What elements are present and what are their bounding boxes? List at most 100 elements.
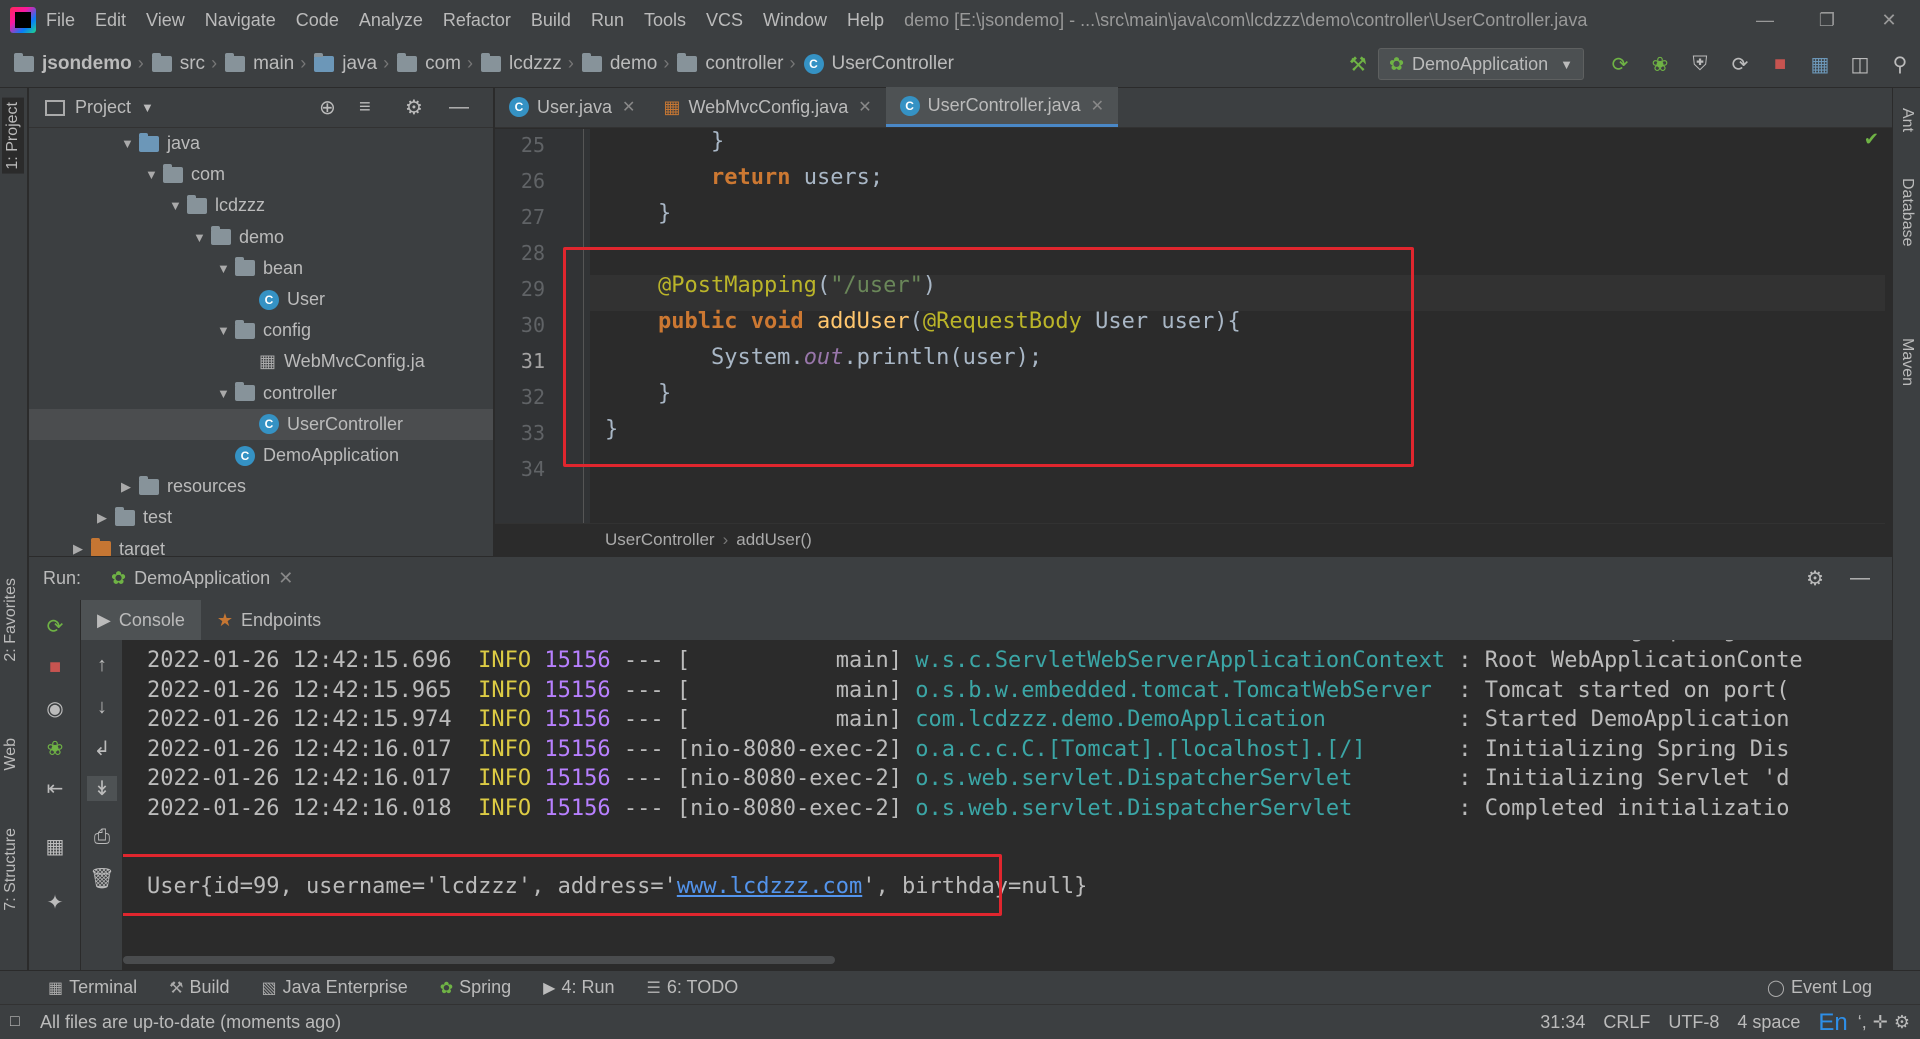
- breadcrumb-demo[interactable]: demo: [581, 52, 657, 75]
- status-toggle-icon[interactable]: □: [10, 1013, 20, 1031]
- menu-refactor[interactable]: Refactor: [443, 10, 511, 31]
- expanded-arrow-icon[interactable]: ▼: [169, 198, 187, 213]
- tree-item[interactable]: ▼ bean: [217, 253, 303, 284]
- tree-item[interactable]: C User: [241, 284, 325, 315]
- arrow-down-icon[interactable]: ↓: [87, 696, 117, 719]
- console-output[interactable]: 2022-01-26 12:42:15.696 INFO 15156 --- […: [123, 640, 1885, 970]
- breadcrumb-com[interactable]: com: [397, 52, 461, 75]
- hide-icon[interactable]: —: [1850, 567, 1870, 590]
- hammer-build-icon[interactable]: ⚒: [1338, 52, 1378, 77]
- run-config-tab[interactable]: ✿ DemoApplication ✕: [111, 568, 293, 589]
- exit-icon[interactable]: ⇤: [40, 776, 70, 801]
- stop-icon[interactable]: ■: [40, 656, 70, 679]
- tool-tab-java-enterprise[interactable]: ▧ Java Enterprise: [262, 977, 408, 998]
- editor-breadcrumb-method[interactable]: addUser(): [736, 530, 812, 550]
- menu-view[interactable]: View: [146, 10, 185, 31]
- database-tool-tab[interactable]: Database: [1898, 178, 1916, 247]
- debug-icon[interactable]: ❀: [40, 736, 70, 761]
- tree-item[interactable]: ▼ java: [121, 128, 200, 159]
- expanded-arrow-icon[interactable]: ▼: [121, 136, 139, 151]
- minimize-icon[interactable]: —: [1734, 10, 1796, 31]
- breadcrumb-src[interactable]: src: [151, 52, 205, 75]
- breadcrumb-main[interactable]: main: [225, 52, 294, 75]
- trash-icon[interactable]: 🗑: [87, 866, 117, 891]
- coverage-icon[interactable]: ⛨: [1680, 53, 1720, 76]
- layout-icon[interactable]: ▦: [40, 834, 70, 859]
- profile-icon[interactable]: ⟳: [1720, 52, 1760, 77]
- menu-help[interactable]: Help: [847, 10, 884, 31]
- project-panel-title[interactable]: Project: [75, 97, 131, 118]
- tree-item[interactable]: ▼ com: [145, 159, 225, 190]
- menu-edit[interactable]: Edit: [95, 10, 126, 31]
- presentation-icon[interactable]: ◫: [1840, 52, 1880, 77]
- favorites-tool-tab[interactable]: 2: Favorites: [2, 578, 20, 662]
- tree-item[interactable]: ▦ WebMvcConfig.ja: [241, 346, 425, 377]
- rerun-icon[interactable]: ⟳: [1600, 52, 1640, 77]
- rerun-icon[interactable]: ⟳: [40, 614, 70, 639]
- expanded-arrow-icon[interactable]: ▼: [145, 167, 163, 182]
- tool-tab-spring[interactable]: ✿ Spring: [440, 977, 511, 998]
- collapse-all-icon[interactable]: ≡: [359, 96, 371, 119]
- file-encoding[interactable]: UTF-8: [1668, 1012, 1719, 1033]
- tree-item[interactable]: ▼ lcdzzz: [169, 190, 265, 221]
- tree-item[interactable]: ▼ controller: [217, 378, 337, 409]
- caret-position[interactable]: 31:34: [1540, 1012, 1585, 1033]
- collapsed-arrow-icon[interactable]: ▶: [73, 541, 91, 556]
- breadcrumb-usercontroller[interactable]: C UserController: [803, 53, 954, 75]
- menu-window[interactable]: Window: [763, 10, 827, 31]
- tree-item[interactable]: ▶ resources: [121, 471, 246, 502]
- tool-tab-todo[interactable]: ☰ 6: TODO: [647, 977, 739, 998]
- expanded-arrow-icon[interactable]: ▼: [217, 261, 235, 276]
- close-tab-icon[interactable]: ✕: [1091, 96, 1104, 116]
- menu-tools[interactable]: Tools: [644, 10, 686, 31]
- tree-item[interactable]: ▼ demo: [193, 222, 284, 253]
- close-tab-icon[interactable]: ✕: [622, 97, 635, 117]
- close-icon[interactable]: ✕: [1858, 10, 1920, 31]
- horizontal-scrollbar[interactable]: [123, 956, 835, 964]
- print-icon[interactable]: ⎙: [87, 826, 117, 849]
- event-log-button[interactable]: ◯ Event Log: [1767, 977, 1872, 998]
- gear-icon[interactable]: ⚙: [405, 95, 423, 120]
- pin-icon[interactable]: ✦: [40, 890, 70, 915]
- ant-tool-tab[interactable]: Ant: [1898, 108, 1916, 132]
- tree-item[interactable]: C UserController: [29, 408, 493, 440]
- breadcrumb-lcdzzz[interactable]: lcdzzz: [481, 52, 562, 75]
- tab-webmvcconfig-java[interactable]: ▦ WebMvcConfig.java ✕: [649, 87, 885, 127]
- breadcrumb-controller[interactable]: controller: [677, 52, 784, 75]
- close-tab-icon[interactable]: ✕: [278, 568, 293, 589]
- web-tool-tab[interactable]: Web: [2, 738, 20, 771]
- tab-endpoints[interactable]: ★ Endpoints: [201, 600, 337, 640]
- tree-item[interactable]: ▶ target: [73, 534, 165, 556]
- line-separator[interactable]: CRLF: [1603, 1012, 1650, 1033]
- tab-usercontroller-java[interactable]: C UserController.java ✕: [885, 87, 1119, 127]
- search-icon[interactable]: ⚲: [1880, 52, 1920, 77]
- tool-tab-run[interactable]: ▶ 4: Run: [543, 977, 614, 998]
- menu-vcs[interactable]: VCS: [706, 10, 743, 31]
- collapsed-arrow-icon[interactable]: ▶: [97, 510, 115, 526]
- editor-breadcrumb-class[interactable]: UserController: [605, 530, 715, 550]
- maven-tool-tab[interactable]: Maven: [1898, 338, 1916, 386]
- indent-setting[interactable]: 4 space: [1737, 1012, 1800, 1033]
- code-editor[interactable]: 25 26 27 28 29 30 31 32 33 34 } return u…: [495, 129, 1885, 523]
- hide-icon[interactable]: —: [449, 96, 469, 119]
- camera-icon[interactable]: ◉: [40, 696, 70, 721]
- project-tool-tab[interactable]: 1: Project: [2, 98, 24, 174]
- tree-item[interactable]: C DemoApplication: [217, 440, 399, 471]
- arrow-up-icon[interactable]: ↑: [87, 654, 117, 677]
- tab-user-java[interactable]: C User.java ✕: [495, 87, 649, 127]
- menu-file[interactable]: File: [46, 10, 75, 31]
- expanded-arrow-icon[interactable]: ▼: [193, 230, 211, 245]
- breadcrumb-jsondemo[interactable]: jsondemo: [14, 52, 132, 75]
- tool-tab-terminal[interactable]: ▦ Terminal: [48, 977, 137, 998]
- stop-icon[interactable]: ■: [1760, 53, 1800, 76]
- tree-item[interactable]: ▼ config: [217, 315, 311, 346]
- menu-analyze[interactable]: Analyze: [359, 10, 423, 31]
- chevron-down-icon[interactable]: ▼: [141, 100, 154, 115]
- collapsed-arrow-icon[interactable]: ▶: [121, 479, 139, 495]
- menu-run[interactable]: Run: [591, 10, 624, 31]
- project-structure-icon[interactable]: ▦: [1800, 52, 1840, 77]
- scroll-to-end-icon[interactable]: ↡: [87, 776, 117, 801]
- soft-wrap-icon[interactable]: ↲: [87, 736, 117, 761]
- tree-item[interactable]: ▶ test: [97, 502, 172, 533]
- close-tab-icon[interactable]: ✕: [858, 97, 871, 117]
